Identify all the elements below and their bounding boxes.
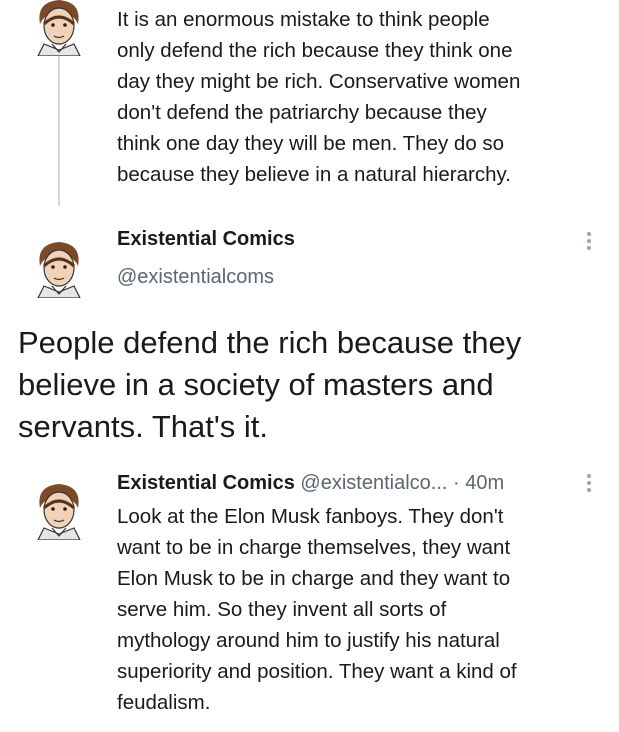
avatar[interactable] <box>30 236 88 298</box>
separator-dot: · <box>453 472 460 494</box>
author-handle[interactable]: @existentialco... <box>300 472 447 494</box>
top-tweet-text: It is an enormous mistake to think peopl… <box>117 8 521 186</box>
thread-connector-line <box>58 56 60 206</box>
reply-tweet-text: Look at the Elon Musk fanboys. They don'… <box>117 505 517 714</box>
cartoon-portrait-avatar-icon <box>37 242 81 298</box>
author-name[interactable]: Existential Comics <box>117 228 295 251</box>
tweet-thread-screen: It is an enormous mistake to think peopl… <box>0 0 619 732</box>
author-handle[interactable]: @existentialcoms <box>117 266 274 289</box>
avatar[interactable] <box>30 478 88 540</box>
main-tweet-text: People defend the rich because they beli… <box>18 325 522 444</box>
reply-tweet-header: Existential Comics @existentialco... · 4… <box>117 469 504 497</box>
author-name[interactable]: Existential Comics <box>117 472 295 494</box>
cartoon-portrait-avatar-icon <box>37 484 81 540</box>
more-options-icon[interactable] <box>584 232 594 254</box>
cartoon-portrait-avatar-icon <box>37 0 81 56</box>
avatar[interactable] <box>30 0 88 56</box>
more-options-icon[interactable] <box>584 474 594 496</box>
tweet-timestamp[interactable]: 40m <box>465 472 504 494</box>
